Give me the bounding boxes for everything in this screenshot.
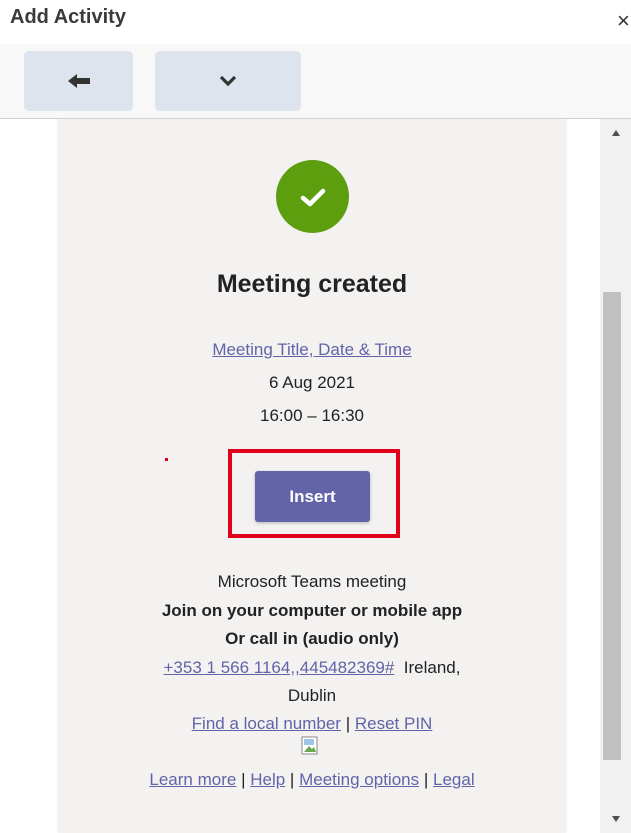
scroll-up-arrow-icon[interactable] [600,123,631,143]
footer-links-row: Learn more | Help | Meeting options | Le… [58,770,566,790]
separator: | [423,770,429,789]
local-number-row: Find a local number | Reset PIN [58,714,566,734]
scroll-down-arrow-icon[interactable] [600,809,631,829]
location-city: Ireland, [403,658,461,677]
dialog-header: Add Activity × [0,0,631,44]
phone-row: +353 1 566 1164,,445482369# Ireland, [58,658,566,678]
location-region: Dublin [287,686,337,705]
back-button[interactable] [24,51,133,111]
meeting-time: 16:00 – 16:30 [260,406,364,425]
chevron-down-icon [219,75,237,87]
separator: | [345,714,351,733]
meeting-title-link[interactable]: Meeting Title, Date & Time [212,340,411,359]
learn-more-link[interactable]: Learn more [149,770,236,789]
scrollbar-thumb[interactable] [603,292,621,760]
scroll-content: Meeting created Meeting Title, Date & Ti… [0,119,600,833]
separator: | [289,770,295,789]
teams-meeting-label: Microsoft Teams meeting [217,572,407,591]
red-dot [165,458,168,461]
join-text: Join on your computer or mobile app [161,601,463,620]
reset-pin-link[interactable]: Reset PIN [355,714,432,733]
meeting-options-link[interactable]: Meeting options [299,770,419,789]
meeting-date: 6 Aug 2021 [268,373,356,392]
more-options-button[interactable] [155,51,301,111]
separator: | [241,770,246,789]
find-local-number-link[interactable]: Find a local number [192,714,341,733]
legal-link[interactable]: Legal [433,770,475,789]
dialog-title: Add Activity [10,6,126,28]
phone-link[interactable]: +353 1 566 1164,,445482369# [164,658,395,677]
meeting-card: Meeting created Meeting Title, Date & Ti… [58,119,566,833]
help-link[interactable]: Help [250,770,285,789]
meeting-title-row: Meeting Title, Date & Time [58,340,566,360]
insert-button[interactable]: Insert [255,471,370,522]
close-icon[interactable]: × [617,10,631,32]
success-check-icon [276,160,349,233]
call-in-text: Or call in (audio only) [225,629,399,648]
meeting-created-heading: Meeting created [216,270,408,298]
vertical-scrollbar[interactable] [600,119,631,833]
broken-image-icon [301,736,318,755]
back-arrow-icon [67,74,90,88]
toolbar [0,44,631,118]
